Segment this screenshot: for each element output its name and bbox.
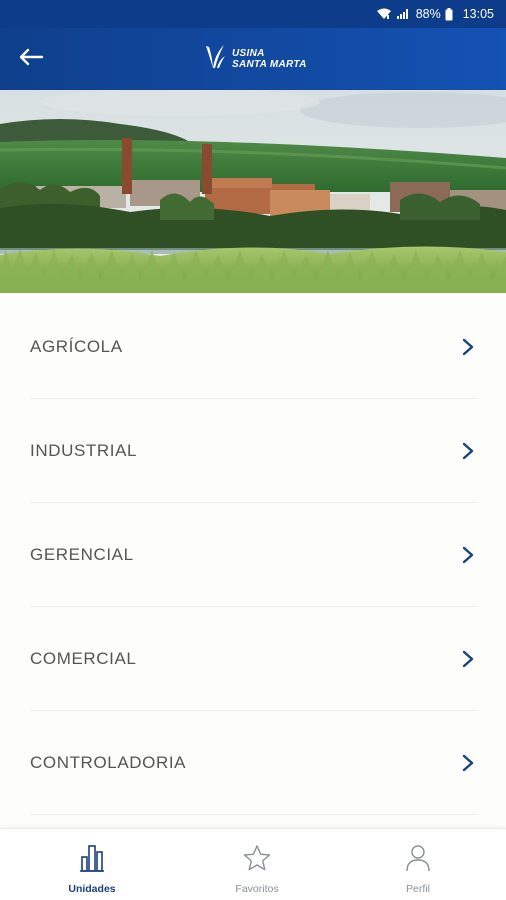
tab-label: Perfil xyxy=(406,883,430,895)
chevron-right-icon xyxy=(458,441,478,461)
menu-item-industrial[interactable]: INDUSTRIAL xyxy=(30,399,478,503)
menu-item-label: COMERCIAL xyxy=(30,648,137,668)
battery-icon xyxy=(445,7,453,21)
menu-item-agricola[interactable]: AGRÍCOLA xyxy=(30,295,478,399)
tab-favoritos[interactable]: Favoritos xyxy=(184,829,330,900)
battery-percent: 88% xyxy=(415,7,441,21)
signal-icon xyxy=(396,8,410,20)
chevron-right-icon xyxy=(458,337,478,357)
hero-image xyxy=(0,90,506,293)
tab-label: Unidades xyxy=(68,883,116,895)
status-bar: 88% 13:05 xyxy=(0,0,506,28)
bottom-nav: Unidades Favoritos Perfil xyxy=(0,828,506,900)
menu-list: AGRÍCOLA INDUSTRIAL GERENCIAL COMERCIAL … xyxy=(0,295,506,815)
status-time: 13:05 xyxy=(462,7,494,21)
brand-logo: USINA SANTA MARTA xyxy=(204,43,307,75)
arrow-left-icon xyxy=(18,48,44,71)
wifi-icon xyxy=(376,8,392,20)
chevron-right-icon xyxy=(458,753,478,773)
app-screen: 88% 13:05 USINA SANTA MARTA AGRÍCOLA IND… xyxy=(0,0,506,900)
menu-item-label: GERENCIAL xyxy=(30,544,134,564)
buildings-icon xyxy=(78,843,106,873)
menu-item-controladoria[interactable]: CONTROLADORIA xyxy=(30,711,478,815)
menu-item-label: AGRÍCOLA xyxy=(30,336,123,356)
star-icon xyxy=(242,843,272,873)
chevron-right-icon xyxy=(458,545,478,565)
menu-item-label: CONTROLADORIA xyxy=(30,752,187,772)
chevron-right-icon xyxy=(458,649,478,669)
tab-perfil[interactable]: Perfil xyxy=(330,829,506,900)
tab-unidades[interactable]: Unidades xyxy=(0,829,184,900)
tab-label: Favoritos xyxy=(235,883,279,895)
menu-item-comercial[interactable]: COMERCIAL xyxy=(30,607,478,711)
app-header: USINA SANTA MARTA xyxy=(0,28,506,90)
menu-item-label: INDUSTRIAL xyxy=(30,440,138,460)
usina-logo-icon xyxy=(204,44,226,75)
user-icon xyxy=(405,843,431,873)
brand-line-1: USINA xyxy=(232,48,265,59)
menu-item-gerencial[interactable]: GERENCIAL xyxy=(30,503,478,607)
brand-line-2: SANTA MARTA xyxy=(232,59,307,70)
back-button[interactable] xyxy=(18,42,64,76)
